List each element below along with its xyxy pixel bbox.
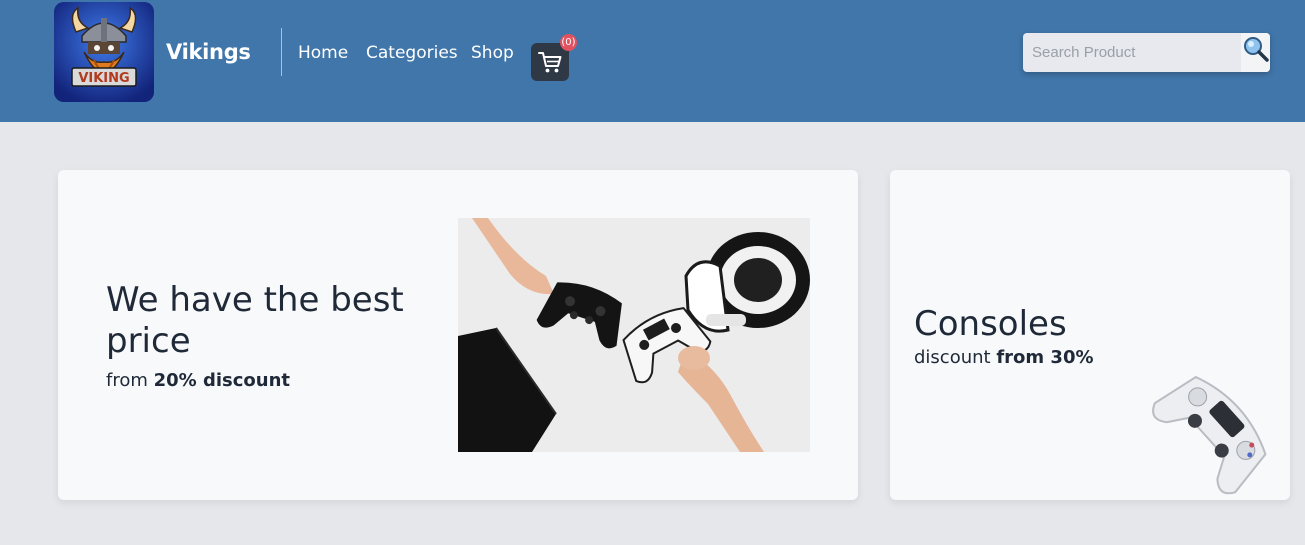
cart-count-badge: (0) — [560, 34, 577, 51]
search-button[interactable] — [1241, 33, 1270, 72]
cart-icon — [538, 52, 562, 73]
logo-wordmark: VIKING — [78, 71, 129, 86]
gamepad-icon — [1152, 375, 1267, 495]
consoles-promo-discount: from 30% — [996, 347, 1094, 368]
top-navbar: VIKING Vikings Home Categories Shop (0) — [0, 0, 1305, 122]
nav-home-link[interactable]: Home — [298, 43, 348, 63]
search-icon — [1244, 37, 1269, 62]
main-promo-subtitle-prefix: from — [106, 370, 148, 391]
search-input[interactable] — [1023, 33, 1241, 72]
search-bar — [1023, 33, 1270, 72]
main-promo-subtitle: from 20% discount — [106, 370, 290, 391]
main-promo-card[interactable]: We have the best price from 20% discount — [58, 170, 858, 500]
consoles-promo-subtitle-prefix: discount — [914, 347, 991, 368]
white-gamepad-image — [1152, 360, 1284, 495]
consoles-promo-card[interactable]: Consoles discount from 30% — [890, 170, 1290, 500]
viking-logo-image: VIKING — [54, 2, 154, 102]
nav-categories-link[interactable]: Categories — [366, 43, 458, 63]
brand-name[interactable]: Vikings — [166, 40, 251, 64]
consoles-promo-title: Consoles — [914, 304, 1067, 344]
consoles-promo-subtitle: discount from 30% — [914, 347, 1094, 368]
controllers-vr-photo — [458, 218, 810, 452]
gaming-photo-illustration — [458, 218, 810, 452]
header-divider — [281, 28, 282, 76]
main-promo-title: We have the best price — [106, 280, 404, 361]
nav-shop-link[interactable]: Shop — [471, 43, 514, 63]
viking-logo[interactable]: VIKING — [54, 2, 154, 102]
main-promo-discount: 20% discount — [153, 370, 291, 391]
